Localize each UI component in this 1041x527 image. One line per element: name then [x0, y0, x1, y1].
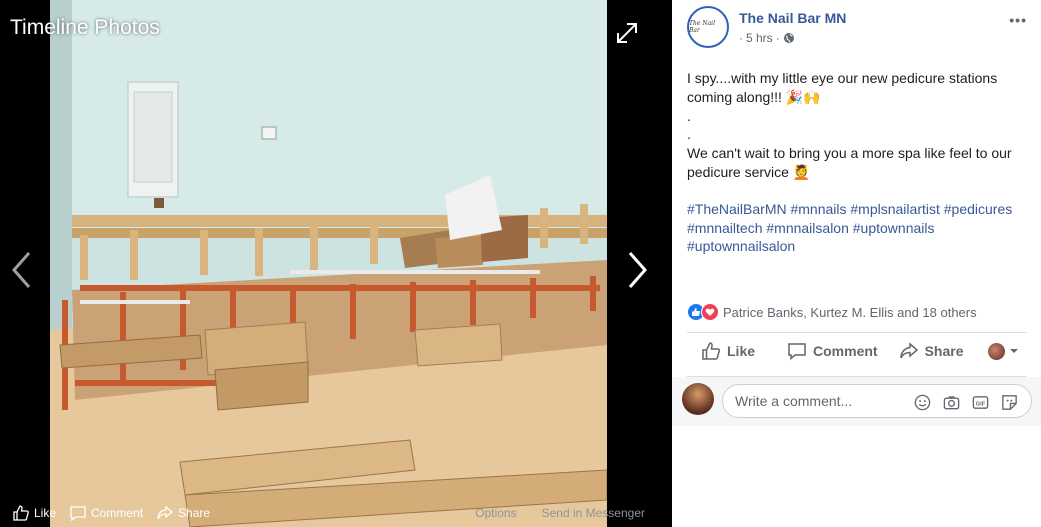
post-text-dot: . — [687, 126, 691, 143]
viewer-comment-label: Comment — [91, 506, 144, 520]
camera-icon[interactable] — [942, 393, 961, 412]
comment-label: Comment — [813, 343, 878, 359]
meta-separator-dot: · — [739, 31, 743, 45]
sticker-icon[interactable] — [1000, 393, 1019, 412]
love-reaction-icon — [701, 303, 719, 321]
share-label: Share — [924, 343, 964, 359]
send-in-messenger-link[interactable]: Send in Messenger — [542, 506, 645, 520]
comment-input[interactable]: Write a comment... GIF — [722, 384, 1032, 418]
share-button[interactable]: Share — [899, 341, 964, 361]
viewer-comment-button[interactable]: Comment — [69, 504, 143, 522]
previous-arrow-icon[interactable] — [9, 250, 35, 290]
post-text-line: We can't wait to bring you a more spa li… — [687, 145, 1012, 180]
options-link[interactable]: Options — [475, 506, 516, 520]
post-text-line: I spy....with my little eye our new pedi… — [687, 70, 998, 105]
emoji-icon[interactable] — [913, 393, 932, 412]
reactions-names[interactable]: Patrice Banks, Kurtez M. Ellis and 18 ot… — [723, 305, 977, 320]
globe-icon — [783, 33, 794, 43]
comment-icon — [788, 343, 806, 361]
thumbs-up-icon — [13, 505, 29, 521]
svg-text:GIF: GIF — [976, 401, 986, 407]
post-meta: · 5 hrs · — [739, 31, 846, 45]
viewer-like-button[interactable]: Like — [12, 504, 56, 522]
post-sidebar: The Nail Bar The Nail Bar MN · 5 hrs · •… — [672, 0, 1041, 527]
post-timestamp[interactable]: 5 hrs — [746, 31, 773, 45]
viewer-share-label: Share — [178, 506, 211, 520]
post-hashtags[interactable]: #TheNailBarMN #mnnails #mplsnailartist #… — [687, 200, 1032, 256]
share-icon — [157, 505, 174, 520]
post-photo[interactable] — [50, 0, 607, 527]
photo-viewer: Timeline Photos Like Comment Share Optio… — [0, 0, 672, 527]
meta-separator-dot: · — [775, 31, 780, 45]
viewer-title: Timeline Photos — [10, 16, 160, 39]
reactions-summary[interactable]: Patrice Banks, Kurtez M. Ellis and 18 ot… — [687, 303, 977, 321]
comment-button[interactable]: Comment — [787, 341, 878, 361]
post-action-bar: Like Comment Share — [687, 341, 1027, 361]
expand-icon[interactable] — [614, 20, 640, 46]
comment-icon — [70, 506, 86, 522]
page-avatar-logo-text: The Nail Bar — [689, 20, 715, 34]
post-text: I spy....with my little eye our new pedi… — [687, 69, 1032, 256]
thumbs-up-icon — [702, 342, 721, 360]
photo-theater: Timeline Photos Like Comment Share Optio… — [0, 0, 1041, 527]
viewer-share-button[interactable]: Share — [156, 504, 210, 522]
post-as-selector[interactable] — [987, 342, 1019, 360]
user-avatar — [987, 342, 1005, 360]
post-header: The Nail Bar The Nail Bar MN · 5 hrs · — [687, 6, 846, 48]
divider — [687, 332, 1027, 333]
viewer-like-label: Like — [34, 506, 57, 520]
caret-down-icon — [1009, 349, 1018, 353]
comment-placeholder: Write a comment... — [735, 393, 853, 409]
like-label: Like — [727, 343, 756, 359]
gif-icon[interactable]: GIF — [971, 393, 990, 412]
viewer-action-bar: Like Comment Share Options Send in Messe… — [0, 499, 672, 527]
like-button[interactable]: Like — [701, 341, 755, 361]
share-icon — [899, 342, 918, 359]
more-options-icon[interactable]: ••• — [1009, 12, 1027, 28]
page-avatar[interactable]: The Nail Bar — [687, 6, 729, 48]
comment-composer: Write a comment... GIF — [672, 377, 1041, 426]
commenter-avatar — [682, 383, 714, 415]
post-text-dot: . — [687, 107, 691, 124]
next-arrow-icon[interactable] — [624, 250, 650, 290]
page-name-link[interactable]: The Nail Bar MN — [739, 10, 846, 26]
